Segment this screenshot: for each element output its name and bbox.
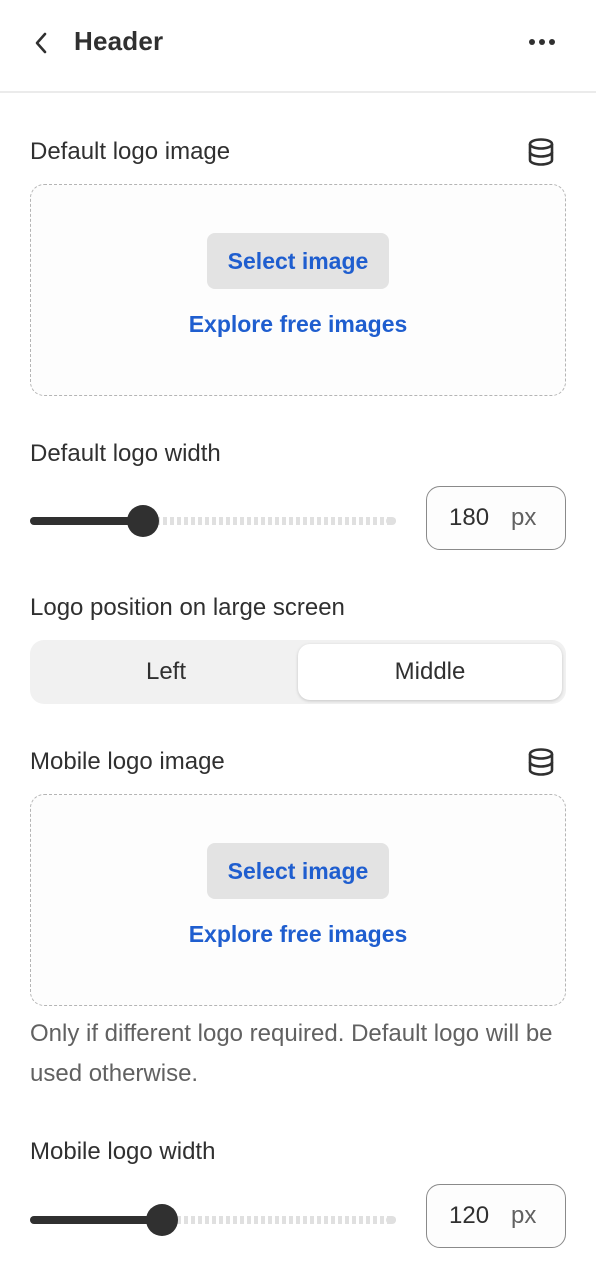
logo-position-option-middle[interactable]: Middle (298, 644, 562, 700)
default-logo-width-input[interactable]: 180 px (426, 486, 566, 550)
default-logo-dropzone[interactable]: Select image Explore free images (30, 184, 566, 396)
chevron-left-icon (35, 32, 47, 54)
select-image-button[interactable]: Select image (207, 233, 389, 289)
default-logo-width-label: Default logo width (30, 440, 221, 467)
mobile-logo-width-label: Mobile logo width (30, 1138, 216, 1165)
default-logo-width-slider[interactable] (30, 503, 396, 539)
slider-thumb[interactable] (146, 1204, 178, 1236)
more-dot (539, 39, 545, 45)
logo-position-option-left[interactable]: Left (34, 644, 298, 700)
mobile-logo-width-input[interactable]: 120 px (426, 1184, 566, 1248)
logo-position-label: Logo position on large screen (30, 594, 345, 621)
width-unit: px (511, 1202, 537, 1229)
width-value: 180 (449, 504, 490, 531)
top-bar: Header (0, 0, 596, 93)
explore-free-images-link[interactable]: Explore free images (31, 311, 565, 338)
logo-position-segmented-control: Left Middle (30, 640, 566, 704)
select-image-button[interactable]: Select image (207, 843, 389, 899)
default-logo-image-label: Default logo image (30, 138, 231, 165)
mobile-logo-width-slider[interactable] (30, 1202, 396, 1238)
database-icon[interactable] (526, 747, 556, 777)
more-actions-button[interactable] (520, 28, 564, 56)
back-button[interactable] (26, 28, 56, 58)
slider-track-end (386, 517, 396, 525)
width-value: 120 (449, 1202, 490, 1229)
explore-free-images-link[interactable]: Explore free images (31, 921, 565, 948)
width-unit: px (511, 504, 537, 531)
mobile-logo-image-label: Mobile logo image (30, 748, 225, 775)
slider-thumb[interactable] (127, 505, 159, 537)
database-icon[interactable] (526, 137, 556, 167)
slider-track-end (386, 1216, 396, 1224)
more-dot (549, 39, 555, 45)
page-title: Header (74, 26, 164, 56)
slider-fill (30, 1216, 162, 1224)
mobile-logo-dropzone[interactable]: Select image Explore free images (30, 794, 566, 1006)
more-horizontal-icon (529, 39, 535, 45)
mobile-logo-help-text: Only if different logo required. Default… (30, 1020, 553, 1087)
